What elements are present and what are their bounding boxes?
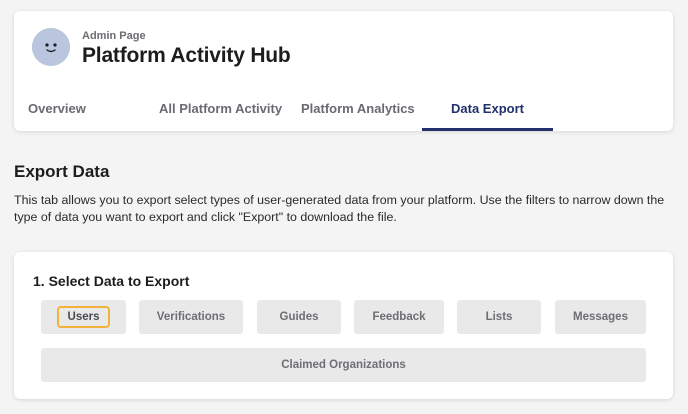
option-messages[interactable]: Messages	[555, 300, 646, 334]
option-verifications[interactable]: Verifications	[139, 300, 243, 334]
tab-all-platform-activity[interactable]: All Platform Activity	[159, 93, 282, 129]
option-claimed-organizations[interactable]: Claimed Organizations	[41, 348, 646, 382]
tab-platform-analytics[interactable]: Platform Analytics	[301, 93, 415, 129]
select-data-card: 1. Select Data to Export Users Verificat…	[14, 252, 673, 399]
avatar[interactable]	[32, 28, 70, 66]
tab-overview[interactable]: Overview	[28, 93, 86, 129]
option-users[interactable]: Users	[41, 300, 126, 334]
option-guides[interactable]: Guides	[257, 300, 341, 334]
section-description: This tab allows you to export select typ…	[14, 193, 665, 224]
select-data-title: 1. Select Data to Export	[33, 273, 190, 289]
header-card: Admin Page Platform Activity Hub Overvie…	[14, 11, 673, 131]
option-lists[interactable]: Lists	[457, 300, 541, 334]
admin-page-label: Admin Page	[82, 30, 146, 42]
option-feedback[interactable]: Feedback	[354, 300, 444, 334]
option-label: Users	[56, 305, 111, 328]
page-title: Platform Activity Hub	[82, 44, 291, 67]
tab-bar: Overview All Platform Activity Platform …	[14, 93, 673, 131]
section-title: Export Data	[14, 162, 110, 181]
smiley-avatar-icon	[32, 28, 70, 66]
page: Admin Page Platform Activity Hub Overvie…	[0, 0, 688, 414]
tab-data-export[interactable]: Data Export	[422, 93, 553, 131]
